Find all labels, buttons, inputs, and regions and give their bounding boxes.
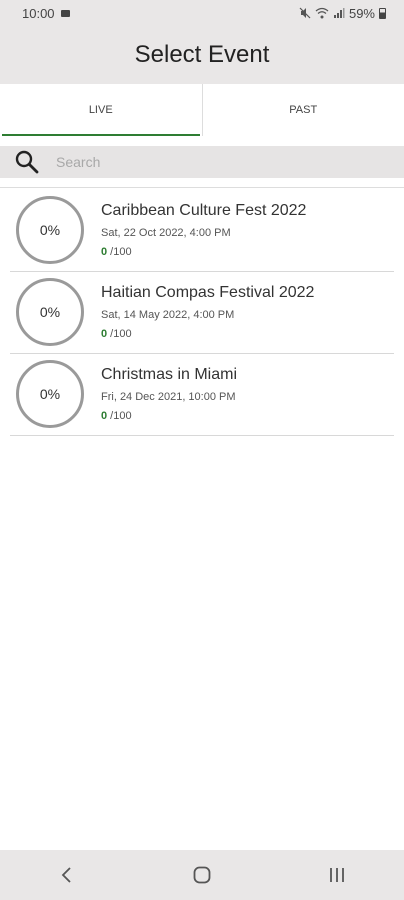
progress-ring: 0% — [16, 278, 84, 346]
capacity-total: /100 — [107, 328, 132, 340]
tab-live[interactable]: LIVE — [0, 84, 202, 136]
search-input[interactable] — [56, 154, 356, 170]
list-divider — [0, 187, 404, 188]
event-name: Caribbean Culture Fest 2022 — [101, 202, 307, 219]
back-button[interactable] — [47, 855, 87, 895]
capacity-total: /100 — [107, 246, 132, 258]
system-nav-bar — [0, 850, 404, 900]
status-right: 59% — [299, 6, 386, 21]
progress-label: 0% — [39, 222, 61, 238]
recents-button[interactable] — [317, 855, 357, 895]
search-bar — [0, 146, 404, 178]
event-date: Sat, 14 May 2022, 4:00 PM — [101, 309, 235, 321]
tab-bar: LIVE PAST — [0, 84, 404, 136]
tab-past-label: PAST — [289, 104, 318, 116]
battery-percent: 59% — [348, 5, 375, 21]
event-info: Caribbean Culture Fest 2022 Sat, 22 Oct … — [101, 190, 306, 258]
status-time: 10:00 — [22, 5, 55, 21]
progress-ring: 0% — [16, 360, 84, 428]
event-date: Sat, 22 Oct 2022, 4:00 PM — [101, 227, 231, 239]
event-info: Christmas in Miami Fri, 24 Dec 2021, 10:… — [101, 354, 237, 422]
mute-icon — [299, 7, 311, 19]
battery-icon — [379, 7, 386, 19]
home-icon — [193, 866, 211, 884]
event-count: 0 /100 — [101, 246, 306, 258]
recording-icon — [60, 9, 70, 17]
event-info: Haitian Compas Festival 2022 Sat, 14 May… — [101, 272, 314, 340]
event-name: Christmas in Miami — [101, 366, 238, 383]
list-item[interactable]: 0% Christmas in Miami Fri, 24 Dec 2021, … — [10, 354, 394, 436]
tab-past[interactable]: PAST — [203, 84, 404, 136]
event-date: Fri, 24 Dec 2021, 10:00 PM — [101, 391, 236, 403]
wifi-icon — [315, 7, 329, 19]
app-bar: Select Event — [0, 26, 404, 84]
search-icon[interactable] — [14, 149, 40, 175]
event-list: 0% Caribbean Culture Fest 2022 Sat, 22 O… — [10, 190, 394, 436]
progress-ring: 0% — [16, 196, 84, 264]
list-item[interactable]: 0% Haitian Compas Festival 2022 Sat, 14 … — [10, 272, 394, 354]
tab-live-label: LIVE — [88, 104, 113, 116]
progress-label: 0% — [39, 304, 61, 320]
progress-label: 0% — [39, 386, 61, 402]
status-bar: 10:00 59% — [0, 0, 404, 26]
list-item[interactable]: 0% Caribbean Culture Fest 2022 Sat, 22 O… — [10, 190, 394, 272]
page-title: Select Event — [134, 41, 270, 68]
signal-icon — [333, 8, 345, 18]
recents-icon — [329, 868, 344, 882]
event-name: Haitian Compas Festival 2022 — [101, 284, 315, 301]
event-count: 0 /100 — [101, 328, 314, 340]
home-button[interactable] — [182, 855, 222, 895]
status-left: 10:00 — [22, 6, 70, 21]
capacity-total: /100 — [107, 410, 132, 422]
back-icon — [62, 867, 71, 883]
event-count: 0 /100 — [101, 410, 237, 422]
